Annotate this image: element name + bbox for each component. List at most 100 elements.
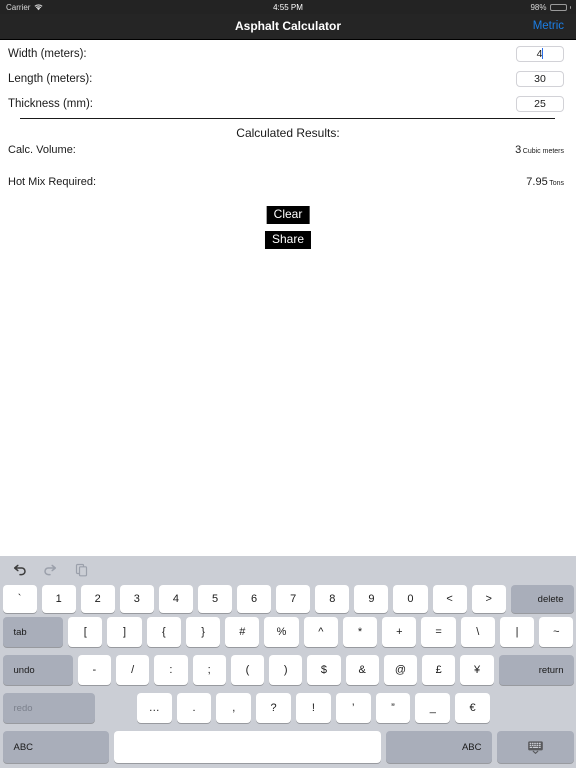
width-input[interactable]: 4	[516, 45, 564, 62]
key-9[interactable]: 9	[354, 585, 389, 613]
hotmix-label: Hot Mix Required:	[8, 176, 97, 188]
key-return[interactable]: return	[498, 655, 574, 685]
key-comma[interactable]: ,	[216, 693, 252, 723]
key-dollar[interactable]: $	[307, 655, 341, 685]
key-euro[interactable]: €	[455, 693, 490, 723]
key-pipe[interactable]: |	[499, 617, 535, 647]
key-tab[interactable]: tab	[2, 617, 64, 647]
length-label: Length (meters):	[8, 72, 93, 85]
form-row-length: Length (meters): 30	[0, 66, 576, 91]
width-label: Width (meters):	[8, 47, 87, 60]
key-7[interactable]: 7	[276, 585, 311, 613]
volume-unit: Cubic meters	[522, 148, 564, 155]
keyboard-gap-left	[98, 693, 135, 723]
volume-value: 3 Cubic meters	[515, 144, 564, 156]
key-brace-right[interactable]: }	[185, 617, 221, 647]
keyboard-row-4: redo … . , ? ! ’ ” _ €	[0, 693, 576, 723]
units-toggle-button[interactable]: Metric	[533, 20, 564, 32]
hotmix-value: 7.95 Tons	[526, 176, 564, 188]
key-backslash[interactable]: \	[460, 617, 495, 647]
keyboard-toolbar	[0, 556, 576, 584]
thickness-label: Thickness (mm):	[8, 97, 93, 110]
key-semicolon[interactable]: ;	[192, 655, 226, 685]
key-2[interactable]: 2	[80, 585, 115, 613]
onscreen-keyboard: ` 1 2 3 4 5 6 7 8 9 0 < > delete tab [ ]…	[0, 556, 576, 768]
key-redo: redo	[2, 693, 96, 723]
thickness-input[interactable]: 25	[516, 95, 564, 112]
key-bracket-right[interactable]: ]	[107, 617, 142, 647]
redo-icon	[42, 562, 59, 579]
key-quote[interactable]: ”	[375, 693, 411, 723]
result-row-hotmix: Hot Mix Required: 7.95 Tons	[0, 176, 576, 192]
key-brace-left[interactable]: {	[146, 617, 181, 647]
key-backtick[interactable]: `	[2, 585, 37, 613]
key-0[interactable]: 0	[393, 585, 428, 613]
form-row-thickness: Thickness (mm): 25	[0, 91, 576, 116]
key-3[interactable]: 3	[119, 585, 154, 613]
key-paren-right[interactable]: )	[269, 655, 303, 685]
key-space[interactable]	[113, 731, 382, 763]
key-minus[interactable]: -	[77, 655, 111, 685]
status-bar: Carrier 4:55 PM 98%	[0, 0, 576, 14]
results-heading: Calculated Results:	[236, 126, 340, 140]
key-equals[interactable]: =	[421, 617, 456, 647]
key-abc-right[interactable]: ABC	[386, 731, 492, 763]
key-ampersand[interactable]: &	[345, 655, 379, 685]
navigation-bar: Asphalt Calculator Metric	[0, 14, 576, 40]
keyboard-row-1: ` 1 2 3 4 5 6 7 8 9 0 < > delete	[0, 585, 576, 613]
key-at[interactable]: @	[383, 655, 418, 685]
undo-icon[interactable]	[11, 562, 28, 579]
text-caret	[542, 47, 544, 59]
key-plus[interactable]: +	[382, 617, 417, 647]
paste-icon	[73, 562, 90, 579]
key-percent[interactable]: %	[264, 617, 299, 647]
key-greater-than[interactable]: >	[471, 585, 506, 613]
keyboard-row-5: ABC ABC	[0, 731, 576, 763]
key-asterisk[interactable]: *	[342, 617, 378, 647]
key-exclamation[interactable]: !	[296, 693, 331, 723]
key-question[interactable]: ?	[256, 693, 291, 723]
key-8[interactable]: 8	[315, 585, 350, 613]
key-tilde[interactable]: ~	[539, 617, 574, 647]
key-pound[interactable]: £	[422, 655, 456, 685]
key-paren-left[interactable]: (	[230, 655, 265, 685]
hotmix-unit: Tons	[549, 180, 564, 187]
length-input[interactable]: 30	[516, 70, 564, 87]
app-root: Carrier 4:55 PM 98% Asphalt Calculator M…	[0, 0, 576, 768]
key-4[interactable]: 4	[158, 585, 193, 613]
key-apostrophe[interactable]: ’	[335, 693, 371, 723]
key-5[interactable]: 5	[197, 585, 233, 613]
section-divider	[20, 118, 555, 119]
key-slash[interactable]: /	[115, 655, 150, 685]
key-bracket-left[interactable]: [	[68, 617, 103, 647]
keyboard-row-2: tab [ ] { } # % ^ * + = \ | ~	[0, 617, 576, 647]
result-row-volume: Calc. Volume: 3 Cubic meters	[0, 144, 576, 160]
key-colon[interactable]: :	[154, 655, 188, 685]
key-caret[interactable]: ^	[303, 617, 338, 647]
page-title: Asphalt Calculator	[234, 19, 342, 33]
battery-percent-label: 98%	[530, 2, 547, 12]
key-1[interactable]: 1	[41, 585, 76, 613]
key-less-than[interactable]: <	[432, 585, 467, 613]
key-hash[interactable]: #	[225, 617, 260, 647]
status-bar-right: 98%	[530, 3, 571, 12]
key-undo[interactable]: undo	[2, 655, 73, 685]
keyboard-gap-right	[492, 693, 576, 723]
keyboard-row-3: undo - / : ; ( ) $ & @ £ ¥ return	[0, 655, 576, 685]
form-row-width: Width (meters): 4	[0, 41, 576, 66]
input-form: Width (meters): 4 Length (meters): 30 Th…	[0, 41, 576, 116]
key-period[interactable]: .	[176, 693, 212, 723]
key-6[interactable]: 6	[237, 585, 272, 613]
battery-icon	[549, 3, 567, 11]
battery-cap-icon	[569, 5, 571, 9]
keyboard-dismiss-icon[interactable]	[496, 731, 574, 763]
volume-label: Calc. Volume:	[8, 144, 76, 156]
share-button[interactable]: Share	[264, 231, 312, 249]
status-bar-time: 4:55 PM	[273, 2, 303, 12]
key-yen[interactable]: ¥	[460, 655, 494, 685]
key-underscore[interactable]: _	[415, 693, 451, 723]
clear-button[interactable]: Clear	[266, 206, 310, 224]
key-delete[interactable]: delete	[510, 585, 574, 613]
key-ellipsis[interactable]: …	[136, 693, 172, 723]
key-abc-left[interactable]: ABC	[2, 731, 109, 763]
